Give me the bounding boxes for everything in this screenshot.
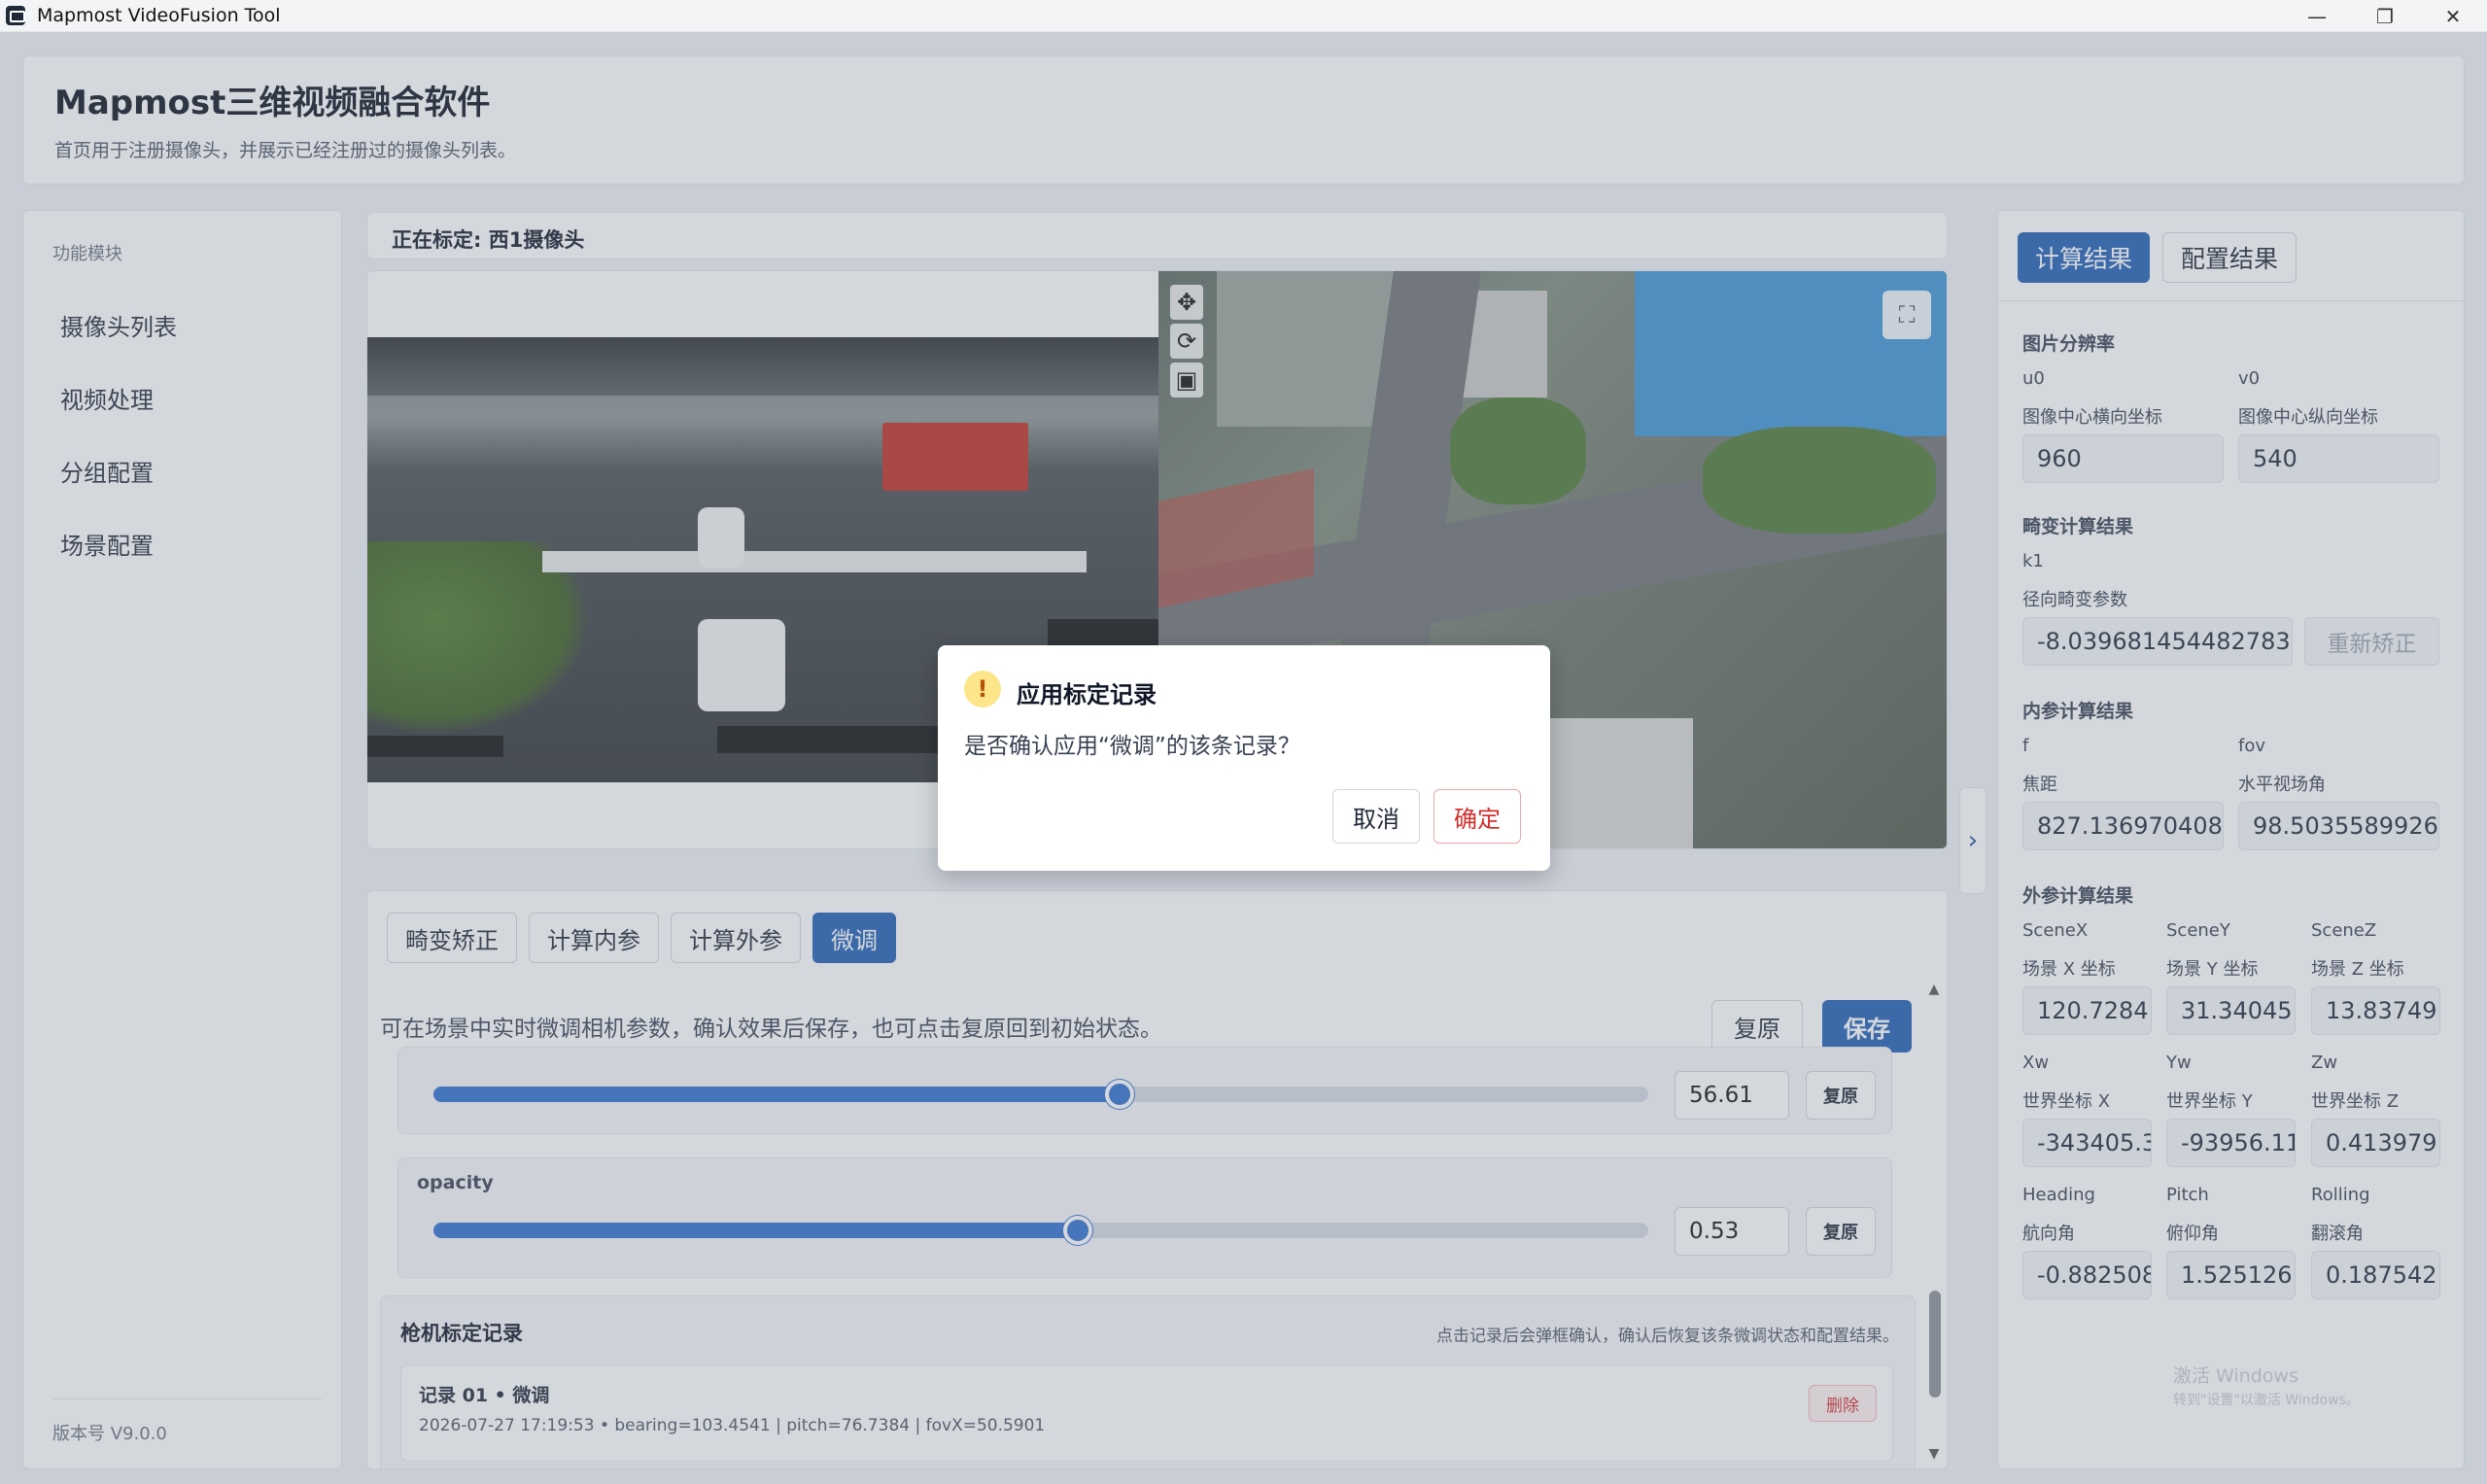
app-logo-icon: [6, 6, 25, 25]
warning-icon: !: [964, 671, 1001, 707]
restore-window-icon[interactable]: ❐: [2351, 0, 2419, 32]
dialog-message: 是否确认应用“微调”的该条记录？: [964, 734, 1300, 759]
confirm-button[interactable]: 确定: [1433, 789, 1521, 844]
window-titlebar: Mapmost VideoFusion Tool — ❐ ✕: [0, 0, 2487, 32]
dialog-title: 应用标定记录: [1017, 681, 1157, 708]
minimize-icon[interactable]: —: [2283, 0, 2351, 32]
cancel-button[interactable]: 取消: [1332, 789, 1420, 844]
window-title: Mapmost VideoFusion Tool: [37, 5, 281, 26]
apply-record-dialog: ! 应用标定记录 是否确认应用“微调”的该条记录？ 取消 确定: [938, 645, 1550, 871]
close-window-icon[interactable]: ✕: [2419, 0, 2487, 32]
